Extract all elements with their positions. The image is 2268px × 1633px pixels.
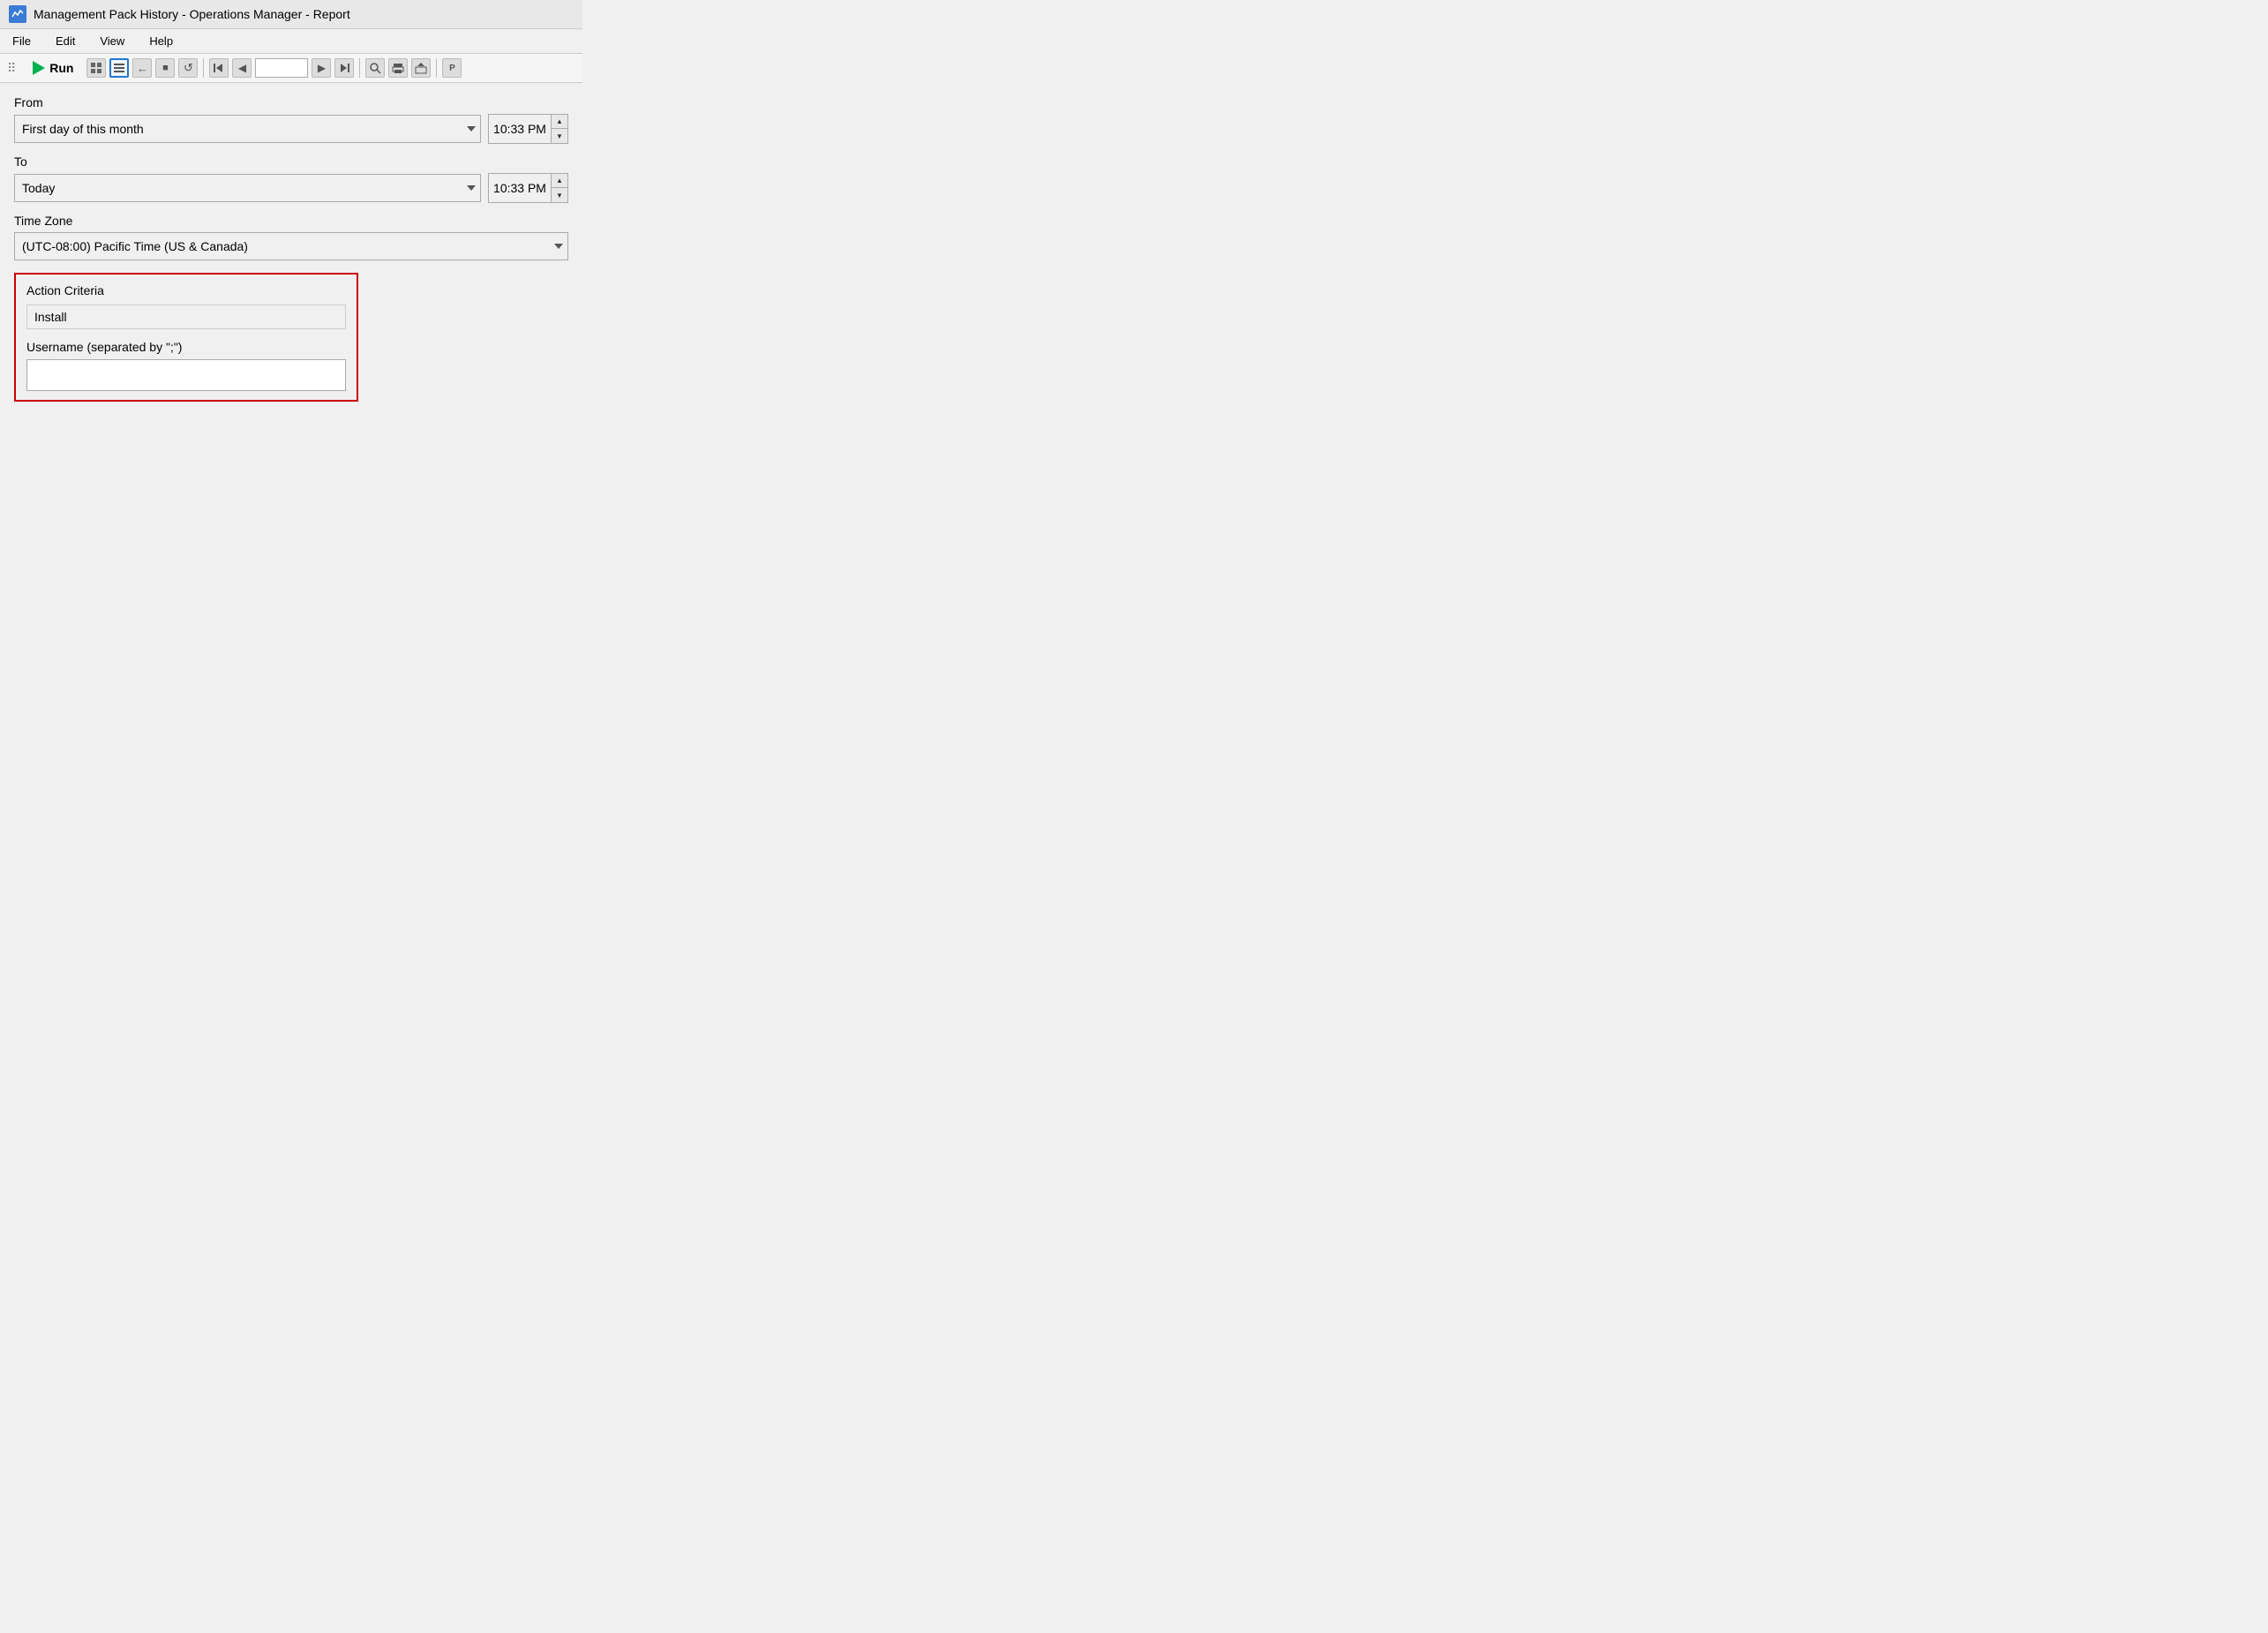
back-button[interactable]: ← [132,58,152,78]
app-icon [9,5,26,23]
timezone-dropdown[interactable]: (UTC-08:00) Pacific Time (US & Canada) [14,232,568,260]
to-dropdown[interactable]: Today [14,174,481,202]
title-bar: Management Pack History - Operations Man… [0,0,582,29]
next-icon: ▶ [318,62,326,74]
to-dropdown-container: Today [14,174,481,202]
to-time-down-button[interactable]: ▼ [552,188,567,202]
menu-edit[interactable]: Edit [52,33,79,49]
play-icon [33,61,45,75]
from-time-group: 10:33 PM ▲ ▼ [488,114,568,144]
from-time-input[interactable]: 10:33 PM [489,115,551,143]
report-view-button[interactable] [109,58,129,78]
from-dropdown-container: First day of this month [14,115,481,143]
window-title: Management Pack History - Operations Man… [34,7,350,21]
zoom-button[interactable] [365,58,385,78]
menu-help[interactable]: Help [146,33,176,49]
prev-icon: ◀ [238,62,246,74]
from-dropdown[interactable]: First day of this month [14,115,481,143]
menu-file[interactable]: File [9,33,34,49]
from-time-up-button[interactable]: ▲ [552,115,567,129]
menu-view[interactable]: View [96,33,128,49]
from-row: First day of this month 10:33 PM ▲ ▼ [14,114,568,144]
from-label: From [14,95,568,109]
to-time-up-button[interactable]: ▲ [552,174,567,188]
toolbar-separator-1 [203,58,204,78]
to-time-input[interactable]: 10:33 PM [489,174,551,202]
prev-page-button[interactable]: ◀ [232,58,252,78]
action-criteria-value: Install [26,305,346,329]
timezone-row: Time Zone (UTC-08:00) Pacific Time (US &… [14,214,568,260]
toolbar-handle: ⠿ [7,61,16,76]
refresh-button[interactable]: ↺ [178,58,198,78]
timezone-label: Time Zone [14,214,568,228]
from-time-down-button[interactable]: ▼ [552,129,567,143]
to-time-spin: ▲ ▼ [551,174,567,202]
print-button[interactable] [388,58,408,78]
first-page-button[interactable] [209,58,229,78]
page-number-input[interactable] [255,58,308,78]
toolbar-separator-3 [436,58,437,78]
to-row: Today 10:33 PM ▲ ▼ [14,173,568,203]
username-input[interactable] [26,359,346,391]
more-button[interactable]: P [442,58,462,78]
from-time-spin: ▲ ▼ [551,115,567,143]
criteria-section: Action Criteria Install Username (separa… [14,273,358,402]
stop-icon: ■ [162,63,169,73]
refresh-icon: ↺ [184,61,193,75]
to-time-group: 10:33 PM ▲ ▼ [488,173,568,203]
username-label: Username (separated by ";") [26,340,346,354]
next-page-button[interactable]: ▶ [312,58,331,78]
main-content: From First day of this month 10:33 PM ▲ … [0,83,582,414]
export-button[interactable] [411,58,431,78]
grid-view-button[interactable] [86,58,106,78]
last-page-button[interactable] [334,58,354,78]
toolbar: ⠿ Run ← ■ ↺ ◀ ▶ [0,54,582,83]
back-icon: ← [137,62,148,75]
toolbar-separator-2 [359,58,360,78]
stop-button[interactable]: ■ [155,58,175,78]
more-icon: P [449,64,455,73]
to-label: To [14,154,568,169]
run-label: Run [49,61,73,75]
timezone-dropdown-container: (UTC-08:00) Pacific Time (US & Canada) [14,232,568,260]
menu-bar: File Edit View Help [0,29,582,54]
action-criteria-label: Action Criteria [26,283,346,297]
run-button[interactable]: Run [23,57,83,79]
